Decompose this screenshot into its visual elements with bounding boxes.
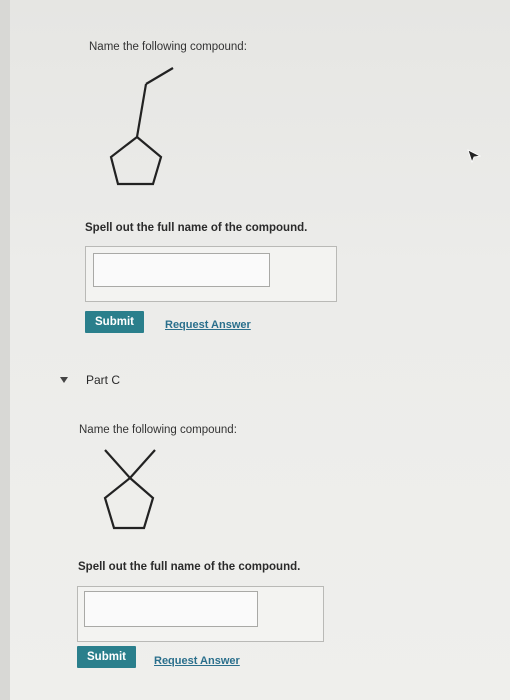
- part-b-submit-button[interactable]: Submit: [85, 311, 144, 333]
- part-b-request-answer-link[interactable]: Request Answer: [165, 319, 251, 331]
- ethylcyclopentane-structure-icon: [109, 67, 174, 186]
- collapse-caret-icon[interactable]: [60, 377, 68, 383]
- part-b-instruction: Spell out the full name of the compound.: [85, 222, 308, 234]
- part-c-header[interactable]: Part C: [86, 373, 120, 387]
- part-c-submit-button[interactable]: Submit: [77, 646, 136, 668]
- dimethylcyclopentane-structure-icon: [103, 449, 156, 530]
- part-b-answer-field[interactable]: [93, 253, 270, 287]
- part-c-request-answer-link[interactable]: Request Answer: [154, 655, 240, 667]
- part-c-instruction: Spell out the full name of the compound.: [78, 561, 301, 573]
- part-b-prompt: Name the following compound:: [89, 41, 247, 53]
- part-c-prompt: Name the following compound:: [79, 424, 237, 436]
- mouse-cursor-icon: [467, 149, 481, 163]
- left-edge-panel: [0, 0, 10, 700]
- part-c-answer-field[interactable]: [84, 591, 258, 627]
